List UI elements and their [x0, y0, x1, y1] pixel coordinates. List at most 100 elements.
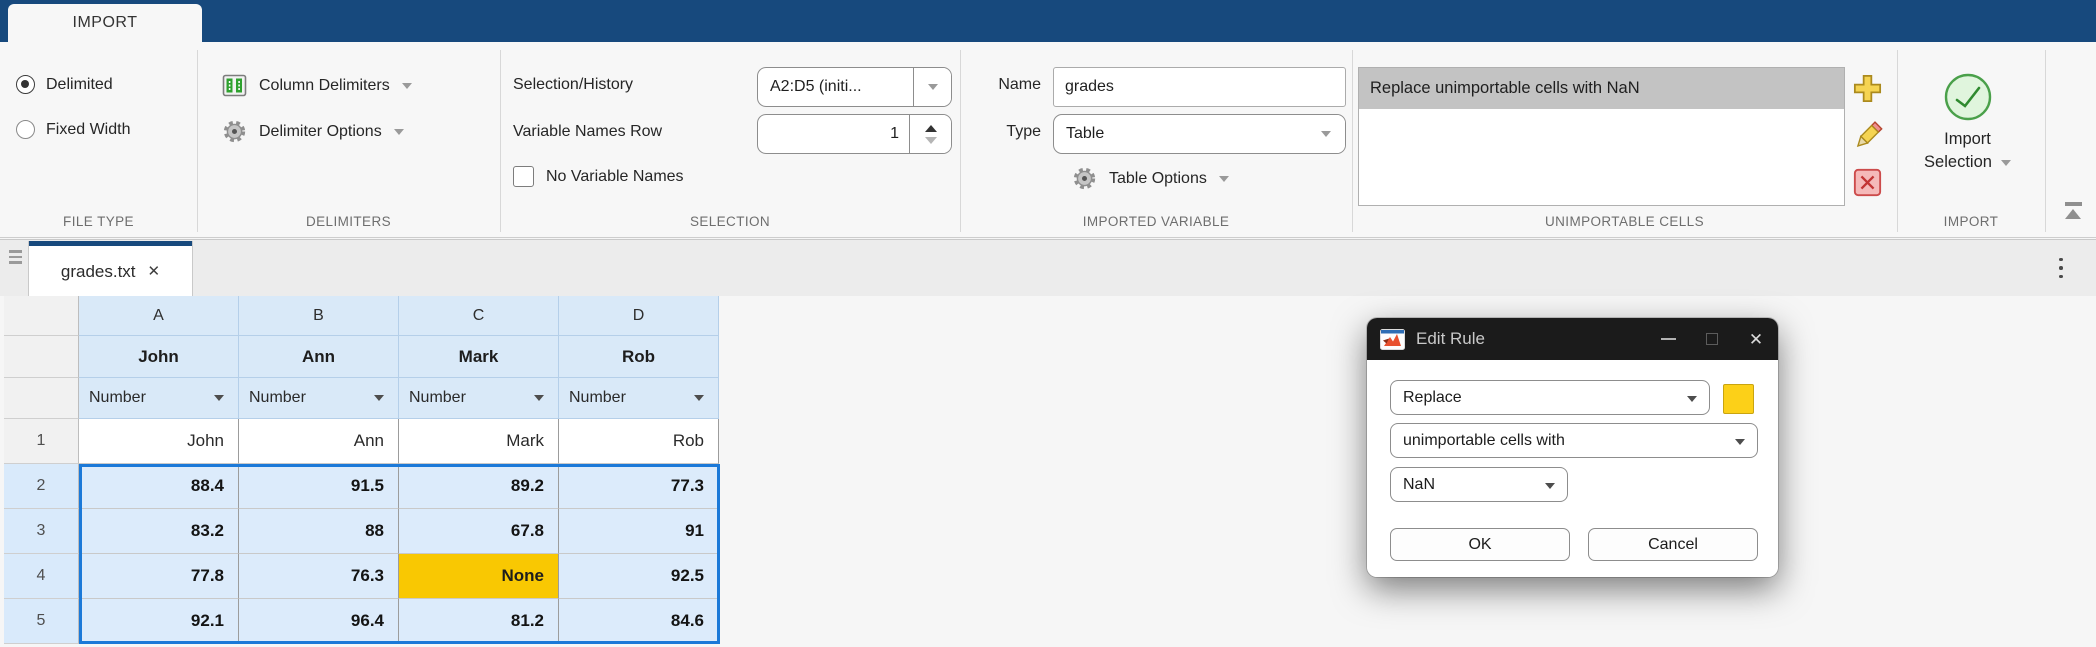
name-input[interactable]: grades: [1053, 67, 1346, 107]
radio-delimited[interactable]: Delimited: [16, 75, 113, 94]
radio-delimited-circle-icon[interactable]: [16, 75, 35, 94]
no-variable-names-checkbox-row[interactable]: No Variable Names: [513, 166, 684, 187]
section-label-delimiters: DELIMITERS: [305, 214, 391, 229]
gear-icon: [223, 120, 246, 143]
dropdown-arrow-button[interactable]: [1307, 115, 1345, 153]
cell-D4[interactable]: 92.5: [559, 554, 719, 599]
variable-name-A[interactable]: John: [79, 336, 239, 378]
spinner-up-icon[interactable]: [924, 124, 937, 132]
divider: [197, 50, 198, 232]
table-options-button[interactable]: Table Options: [1072, 166, 1229, 191]
dialog-minimize-button[interactable]: [1646, 318, 1690, 360]
grid-corner: [4, 296, 79, 336]
no-variable-names-checkbox[interactable]: [513, 166, 534, 187]
tab-import[interactable]: IMPORT: [8, 4, 202, 42]
type-dropdown[interactable]: Table: [1053, 114, 1346, 154]
row-header-4[interactable]: 4: [4, 554, 79, 599]
tab-grades-txt[interactable]: grades.txt ✕: [28, 241, 193, 297]
radio-fixed-width-circle-icon[interactable]: [16, 120, 35, 139]
grid-corner: [4, 378, 79, 419]
cell-A1[interactable]: John: [79, 419, 239, 464]
cell-C2[interactable]: 89.2: [399, 464, 559, 509]
import-selection-button[interactable]: Import Selection: [1905, 72, 2030, 232]
grid-row-3: 3 83.2 88 67.8 91: [4, 509, 720, 554]
cell-D5[interactable]: 84.6: [559, 599, 719, 644]
minimize-ribbon-button[interactable]: [2062, 202, 2084, 224]
dropdown-arrow: [1735, 432, 1757, 450]
cell-A5[interactable]: 92.1: [79, 599, 239, 644]
variable-name-C[interactable]: Mark: [399, 336, 559, 378]
type-selector-B[interactable]: Number: [239, 378, 399, 419]
column-header-C[interactable]: C: [399, 296, 559, 336]
row-header-5[interactable]: 5: [4, 599, 79, 644]
dialog-close-button[interactable]: ✕: [1734, 318, 1778, 360]
rule-text: Replace unimportable cells with NaN: [1370, 79, 1640, 97]
cell-B3[interactable]: 88: [239, 509, 399, 554]
cell-D1[interactable]: Rob: [559, 419, 719, 464]
ribbon: Delimited Fixed Width FILE TYPE Column D…: [0, 42, 2096, 238]
edit-rule-button[interactable]: [1851, 119, 1884, 152]
close-tab-icon[interactable]: ✕: [148, 264, 161, 279]
section-label-imported-variable: IMPORTED VARIABLE: [1082, 214, 1230, 229]
column-header-B[interactable]: B: [239, 296, 399, 336]
column-delimiters-button[interactable]: Column Delimiters: [222, 73, 412, 98]
name-input-value: grades: [1065, 78, 1114, 95]
variable-name-D[interactable]: Rob: [559, 336, 719, 378]
rule-action-dropdown[interactable]: Replace: [1390, 380, 1710, 415]
type-selector-C[interactable]: Number: [399, 378, 559, 419]
delimiter-options-button[interactable]: Delimiter Options: [222, 119, 404, 144]
tab-import-label: IMPORT: [72, 14, 138, 31]
spinner-down-icon[interactable]: [924, 136, 937, 144]
cell-B4[interactable]: 76.3: [239, 554, 399, 599]
dialog-title-bar[interactable]: Edit Rule ✕: [1367, 318, 1778, 360]
cell-C1[interactable]: Mark: [399, 419, 559, 464]
divider: [960, 50, 961, 232]
dialog-maximize-button[interactable]: [1690, 318, 1734, 360]
spinner-arrows[interactable]: [909, 115, 951, 153]
cell-B1[interactable]: Ann: [239, 419, 399, 464]
cell-B2[interactable]: 91.5: [239, 464, 399, 509]
cell-C5[interactable]: 81.2: [399, 599, 559, 644]
add-rule-button[interactable]: [1851, 72, 1884, 105]
cell-A4[interactable]: 77.8: [79, 554, 239, 599]
dropdown-arrow: [1687, 389, 1709, 407]
cell-A3[interactable]: 83.2: [79, 509, 239, 554]
row-header-3[interactable]: 3: [4, 509, 79, 554]
row-header-1[interactable]: 1: [4, 419, 79, 464]
unimportable-rules-list[interactable]: Replace unimportable cells with NaN: [1358, 67, 1845, 206]
chevron-down-icon: [2000, 159, 2011, 166]
rule-target-dropdown[interactable]: unimportable cells with: [1390, 423, 1758, 458]
tab-strip-menu-button[interactable]: [2052, 248, 2070, 288]
variable-name-row: John Ann Mark Rob: [4, 336, 720, 378]
collapse-arrow-icon: [2065, 208, 2081, 219]
row-header-2[interactable]: 2: [4, 464, 79, 509]
type-selector-A[interactable]: Number: [79, 378, 239, 419]
table-options-label: Table Options: [1109, 169, 1207, 187]
delete-rule-button[interactable]: [1851, 166, 1884, 199]
highlight-color-swatch[interactable]: [1723, 384, 1754, 414]
cell-A2[interactable]: 88.4: [79, 464, 239, 509]
cell-C4-unimportable[interactable]: None: [399, 554, 559, 599]
cell-B5[interactable]: 96.4: [239, 599, 399, 644]
cancel-button[interactable]: Cancel: [1588, 528, 1758, 561]
rule-action-value: Replace: [1403, 388, 1462, 406]
chevron-down-icon: [694, 395, 704, 401]
radio-fixed-width[interactable]: Fixed Width: [16, 120, 130, 139]
ok-button[interactable]: OK: [1390, 528, 1570, 561]
rule-list-item-selected[interactable]: Replace unimportable cells with NaN: [1359, 68, 1844, 109]
variable-name-B[interactable]: Ann: [239, 336, 399, 378]
chevron-down-icon: [1218, 175, 1229, 182]
cell-C3[interactable]: 67.8: [399, 509, 559, 554]
document-tab-strip: grades.txt ✕: [0, 239, 2096, 297]
column-header-D[interactable]: D: [559, 296, 719, 336]
variable-names-row-spinner[interactable]: 1: [757, 114, 952, 154]
cell-D2[interactable]: 77.3: [559, 464, 719, 509]
rule-target-value: unimportable cells with: [1403, 431, 1565, 449]
rule-value-dropdown[interactable]: NaN: [1390, 467, 1568, 502]
selection-history-dropdown[interactable]: A2:D5 (initi...: [757, 67, 952, 107]
type-selector-D[interactable]: Number: [559, 378, 719, 419]
panel-grip-icon[interactable]: [9, 250, 22, 264]
cell-D3[interactable]: 91: [559, 509, 719, 554]
column-header-A[interactable]: A: [79, 296, 239, 336]
dropdown-arrow-button[interactable]: [913, 68, 951, 106]
